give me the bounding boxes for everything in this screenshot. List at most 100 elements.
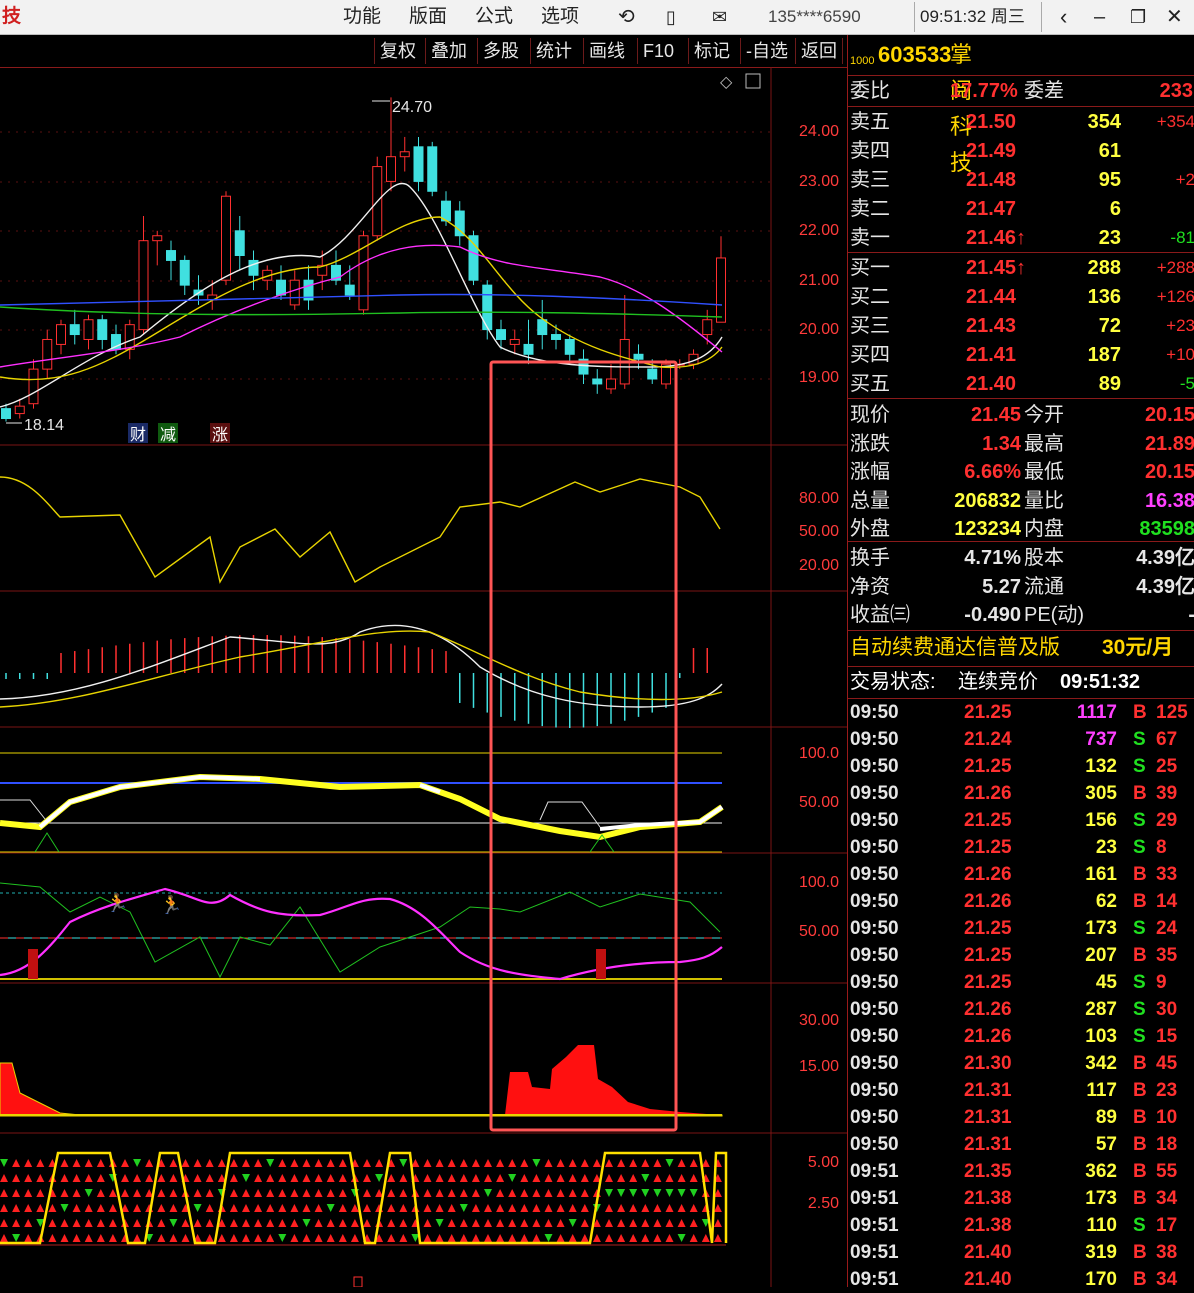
draw-line-button[interactable]: 画线 (583, 38, 630, 64)
runner-icon: 🏃 (106, 892, 128, 913)
multi-stock-button[interactable]: 多股 (477, 38, 524, 64)
up-arrow-icon (84, 1174, 93, 1182)
restore-icon[interactable]: ❐ (1130, 4, 1146, 30)
up-arrow-icon (665, 1234, 674, 1242)
tick-row[interactable]: 09:50 21.25 23 S 8 (848, 834, 1194, 861)
tick-row[interactable]: 09:50 21.26 161 B 33 (848, 861, 1194, 888)
tick-row[interactable]: 09:50 21.25 1117 B 125 (848, 699, 1194, 726)
tick-row[interactable]: 09:50 21.25 173 S 24 (848, 915, 1194, 942)
tick-row[interactable]: 09:50 21.25 132 S 25 (848, 753, 1194, 780)
overlay-button[interactable]: 叠加 (425, 38, 472, 64)
up-arrow-icon (520, 1174, 529, 1182)
up-arrow-icon (580, 1219, 589, 1227)
tick-row[interactable]: 09:51 21.35 362 B 55 (848, 1158, 1194, 1185)
down-arrow-icon (544, 1234, 553, 1242)
refresh-icon[interactable]: ⟲ (618, 4, 635, 30)
trade-status-label: 交易状态: (850, 671, 936, 693)
up-arrow-icon (36, 1189, 45, 1197)
panel-toggle-icon (745, 73, 761, 89)
tick-row[interactable]: 09:50 21.25 45 S 9 (848, 969, 1194, 996)
up-arrow-icon (84, 1159, 93, 1167)
up-arrow-icon (193, 1174, 202, 1182)
tick-row[interactable]: 09:51 21.40 319 B 38 (848, 1239, 1194, 1266)
down-arrow-icon (665, 1189, 674, 1197)
promo-price[interactable]: 30元/月 (1102, 631, 1173, 665)
tag-jian-label: 减 (160, 426, 176, 444)
tick-row[interactable]: 09:50 21.26 287 S 30 (848, 996, 1194, 1023)
back-icon[interactable]: ‹ (1060, 4, 1067, 30)
phone-icon[interactable]: ▯ (666, 4, 676, 30)
up-arrow-icon (290, 1174, 299, 1182)
tick-row[interactable]: 09:50 21.26 62 B 14 (848, 888, 1194, 915)
up-arrow-icon (254, 1219, 263, 1227)
close-icon[interactable]: ✕ (1166, 4, 1183, 30)
tick-row[interactable]: 09:50 21.25 156 S 29 (848, 807, 1194, 834)
fuquan-button[interactable]: 复权 (374, 38, 421, 64)
up-arrow-icon (326, 1234, 335, 1242)
up-arrow-icon (290, 1159, 299, 1167)
up-arrow-icon (544, 1189, 553, 1197)
promo-banner[interactable]: 自动续费通达信普及版 30元/月 (848, 631, 1194, 665)
up-arrow-icon (290, 1204, 299, 1212)
tick-row[interactable]: 09:50 21.31 117 B 23 (848, 1077, 1194, 1104)
up-arrow-icon (326, 1174, 335, 1182)
ind6-marker (353, 1276, 363, 1287)
up-arrow-icon (193, 1219, 202, 1227)
tick-row[interactable]: 09:50 21.26 305 B 39 (848, 780, 1194, 807)
tick-row[interactable]: 09:50 21.30 342 B 45 (848, 1050, 1194, 1077)
clock: 09:51:32 周三 (920, 7, 1025, 26)
up-arrow-icon (326, 1189, 335, 1197)
tick-row[interactable]: 09:51 21.38 173 B 34 (848, 1185, 1194, 1212)
up-arrow-icon (447, 1204, 456, 1212)
chart-area[interactable]: 24.70 18.14 财 减 涨 ◇ 🏃 🏃 (0, 67, 847, 1287)
ask-label: 卖三 (850, 169, 890, 191)
tick-row[interactable]: 09:50 21.25 207 B 35 (848, 942, 1194, 969)
up-arrow-icon (484, 1204, 492, 1212)
up-arrow-icon (278, 1174, 287, 1182)
up-arrow-icon (302, 1204, 311, 1212)
candle (303, 265, 314, 310)
up-arrow-icon (471, 1159, 480, 1167)
menu-function[interactable]: 功能 (343, 4, 381, 30)
return-button[interactable]: 返回 (795, 38, 843, 64)
tick-row[interactable]: 09:51 21.40 170 B 34 (848, 1266, 1194, 1293)
minimize-icon[interactable]: – (1094, 4, 1105, 30)
remove-watchlist-button[interactable]: -自选 (740, 38, 793, 64)
mark-button[interactable]: 标记 (688, 38, 735, 64)
price-axis-label: 23.00 (798, 173, 839, 190)
weibi-row: 委比 17.77% 委差 233 (848, 77, 1194, 105)
down-arrow-icon (641, 1174, 650, 1182)
mail-icon[interactable]: ✉ (712, 4, 727, 30)
f10-button[interactable]: F10 (637, 38, 679, 64)
up-arrow-icon (713, 1219, 722, 1227)
up-arrow-icon (556, 1234, 565, 1242)
tick-side: S (1133, 810, 1146, 831)
tick-count: 39 (1156, 783, 1178, 804)
up-arrow-icon (254, 1159, 263, 1167)
tick-time: 09:50 (850, 783, 899, 804)
up-arrow-icon (350, 1234, 359, 1242)
tick-row[interactable]: 09:50 21.26 103 S 15 (848, 1023, 1194, 1050)
menu-layout[interactable]: 版面 (409, 4, 447, 30)
quote-row: 涨幅 6.66% 最低 20.15 (848, 458, 1194, 486)
bid-label: 买三 (850, 315, 890, 337)
up-arrow-icon (605, 1174, 613, 1182)
down-arrow-icon (484, 1189, 492, 1197)
up-arrow-icon (363, 1189, 371, 1197)
tick-volume: 173 (1085, 1188, 1117, 1209)
tick-price: 21.25 (964, 756, 1012, 777)
tick-row[interactable]: 09:50 21.24 737 S 67 (848, 726, 1194, 753)
up-arrow-icon (338, 1234, 347, 1242)
tick-row[interactable]: 09:51 21.38 110 S 17 (848, 1212, 1194, 1239)
promo-text[interactable]: 自动续费通达信普及版 (850, 631, 1060, 665)
tick-row[interactable]: 09:50 21.31 89 B 10 (848, 1104, 1194, 1131)
menu-formula[interactable]: 公式 (475, 4, 513, 30)
candle (427, 141, 438, 197)
stats-button[interactable]: 统计 (530, 38, 577, 64)
account-phone[interactable]: 135****6590 (768, 4, 861, 30)
up-arrow-icon (629, 1219, 638, 1227)
up-arrow-icon (556, 1204, 565, 1212)
tick-row[interactable]: 09:50 21.31 57 B 18 (848, 1131, 1194, 1158)
tick-side: B (1133, 1161, 1147, 1182)
menu-options[interactable]: 选项 (541, 4, 579, 30)
